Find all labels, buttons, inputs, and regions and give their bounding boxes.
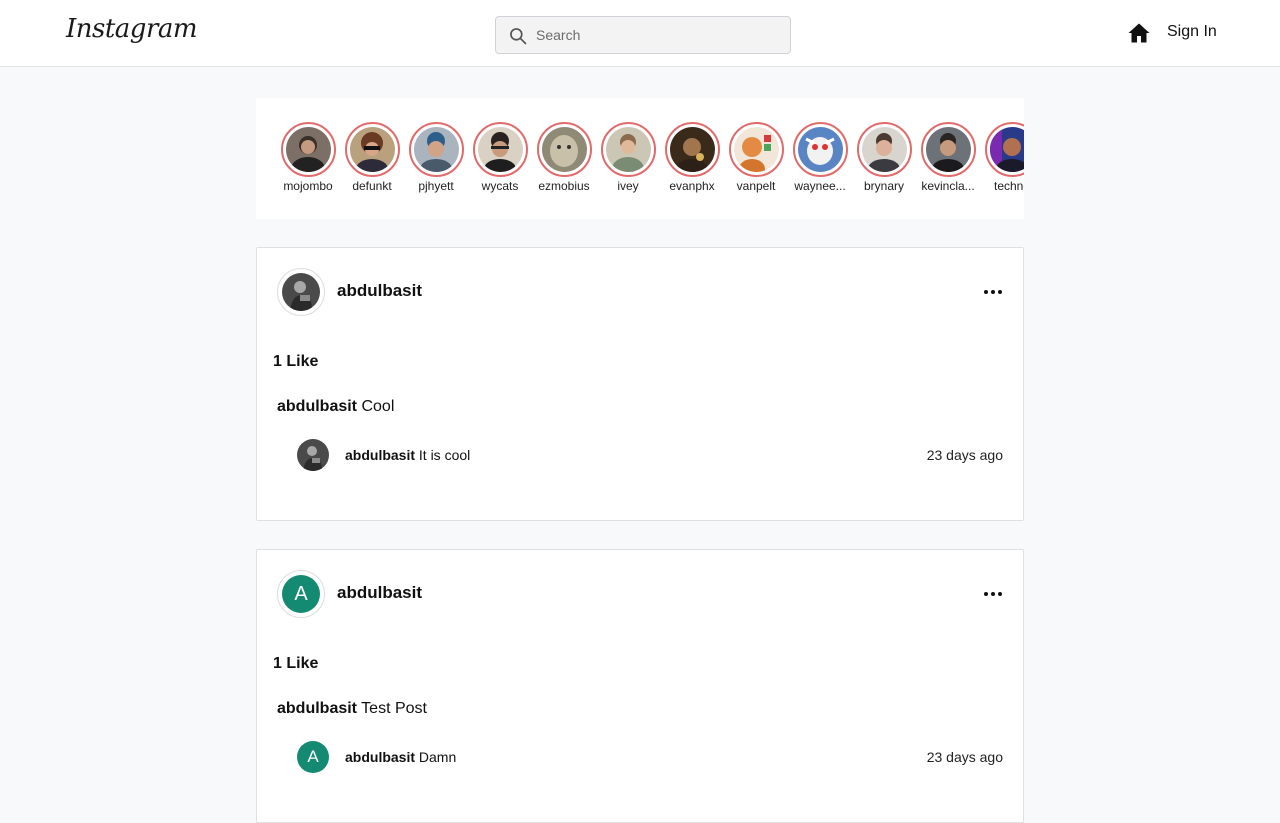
avatar	[734, 127, 779, 172]
story-ring	[409, 122, 464, 177]
story-item[interactable]: defunkt	[340, 122, 404, 198]
search-icon	[510, 28, 527, 45]
story-item[interactable]: pjhyett	[404, 122, 468, 198]
caption-text: Cool	[361, 398, 395, 415]
instagram-logo[interactable]: Instagram	[66, 14, 198, 44]
comment-avatar	[297, 439, 329, 471]
story-ring	[601, 122, 656, 177]
story-item[interactable]: ezmobius	[532, 122, 596, 198]
story-username: ivey	[617, 179, 639, 193]
comment-username[interactable]: abdulbasit	[345, 447, 415, 463]
likes-count: 1 Like	[273, 655, 319, 672]
story-item[interactable]: wycats	[468, 122, 532, 198]
story-username: kevincla...	[921, 179, 975, 193]
avatar	[862, 127, 907, 172]
likes-count: 1 Like	[273, 353, 319, 370]
story-item[interactable]: kevincla...	[916, 122, 980, 198]
more-options-icon[interactable]	[981, 284, 1005, 300]
post-caption: abdulbasit Cool	[277, 398, 394, 416]
story-username: evanphx	[669, 179, 715, 193]
story-item[interactable]: waynee...	[788, 122, 852, 198]
story-username: defunkt	[352, 179, 392, 193]
story-ring	[729, 122, 784, 177]
comment: abdulbasit It is cool	[345, 447, 470, 463]
more-options-icon[interactable]	[981, 586, 1005, 602]
avatar	[798, 127, 843, 172]
post-card: abdulbasit 1 Like abdulbasit Cool abdulb…	[256, 247, 1024, 521]
story-item[interactable]: techno	[980, 122, 1024, 198]
story-ring	[665, 122, 720, 177]
story-item[interactable]: evanphx	[660, 122, 724, 198]
search-input[interactable]	[536, 17, 781, 53]
story-ring	[857, 122, 912, 177]
sign-in-link[interactable]: Sign In	[1167, 23, 1217, 41]
avatar	[350, 127, 395, 172]
avatar	[606, 127, 651, 172]
story-item[interactable]: ivey	[596, 122, 660, 198]
post-avatar[interactable]: A	[277, 570, 325, 618]
story-username: mojombo	[283, 179, 333, 193]
stories-bar: mojombo defunkt pjhyett wycats ezmobius …	[256, 98, 1024, 219]
avatar	[542, 127, 587, 172]
caption-username[interactable]: abdulbasit	[277, 398, 357, 415]
comment-time: 23 days ago	[926, 749, 1003, 765]
comment-time: 23 days ago	[926, 447, 1003, 463]
avatar	[670, 127, 715, 172]
story-username: waynee...	[794, 179, 846, 193]
post-caption: abdulbasit Test Post	[277, 700, 427, 718]
story-ring	[921, 122, 976, 177]
comment-username[interactable]: abdulbasit	[345, 749, 415, 765]
story-username: wycats	[481, 179, 519, 193]
post-avatar[interactable]	[277, 268, 325, 316]
comment-text: Damn	[418, 749, 457, 765]
avatar	[478, 127, 523, 172]
caption-text: Test Post	[361, 700, 427, 717]
home-icon[interactable]	[1127, 21, 1151, 45]
story-ring	[793, 122, 848, 177]
search-box[interactable]	[495, 16, 791, 54]
story-ring	[345, 122, 400, 177]
story-item[interactable]: brynary	[852, 122, 916, 198]
story-item[interactable]: mojombo	[276, 122, 340, 198]
story-ring	[537, 122, 592, 177]
story-username: vanpelt	[736, 179, 776, 193]
story-ring	[473, 122, 528, 177]
post-card: A abdulbasit 1 Like abdulbasit Test Post…	[256, 549, 1024, 823]
avatar	[990, 127, 1024, 172]
comment-text: It is cool	[418, 447, 471, 463]
story-username: ezmobius	[538, 179, 590, 193]
story-item[interactable]: vanpelt	[724, 122, 788, 198]
story-username: pjhyett	[418, 179, 454, 193]
story-ring	[985, 122, 1024, 177]
story-username: brynary	[863, 179, 904, 193]
post-username[interactable]: abdulbasit	[337, 281, 422, 301]
comment-avatar: A	[297, 741, 329, 773]
story-username: techno	[993, 179, 1024, 193]
avatar	[286, 127, 331, 172]
avatar-letter: A	[282, 575, 320, 613]
comment: abdulbasit Damn	[345, 749, 456, 765]
avatar	[414, 127, 459, 172]
avatar	[926, 127, 971, 172]
top-navbar: Instagram Sign In	[0, 0, 1280, 67]
caption-username[interactable]: abdulbasit	[277, 700, 357, 717]
post-username[interactable]: abdulbasit	[337, 583, 422, 603]
story-ring	[281, 122, 336, 177]
